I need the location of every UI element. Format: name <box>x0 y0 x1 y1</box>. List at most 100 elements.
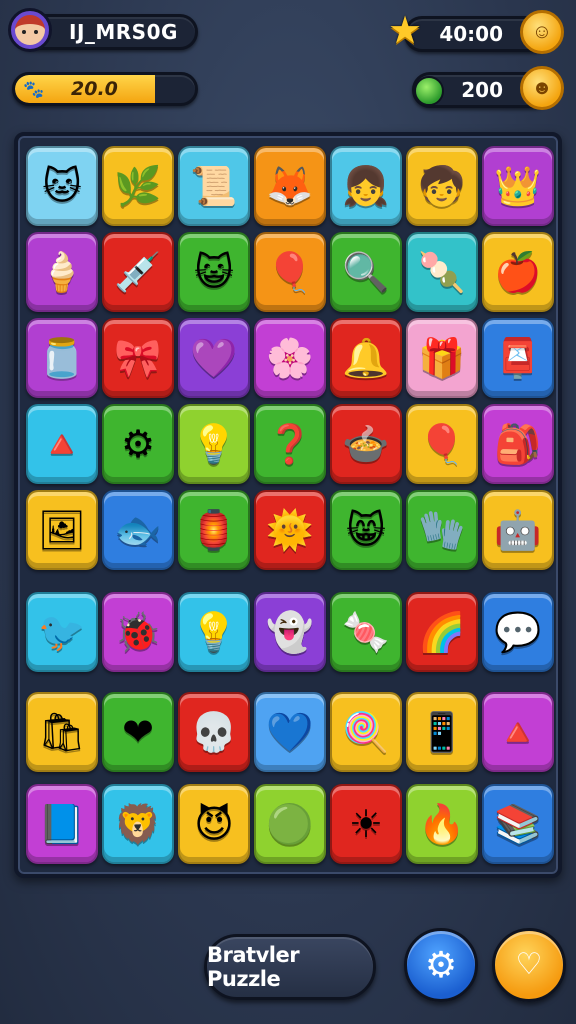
tile-phone[interactable]: 📱 <box>406 692 478 772</box>
tile-robot[interactable]: 🤖 <box>482 490 554 570</box>
tile-question[interactable]: ❓ <box>254 404 326 484</box>
tooth-icon: ♡ <box>515 948 543 981</box>
tile-mailbox[interactable]: 📮 <box>482 318 554 398</box>
tile-skull[interactable]: 💀 <box>178 692 250 772</box>
tile-green-fish[interactable]: 🐟 <box>102 490 174 570</box>
tile-jar[interactable]: 🫙 <box>26 318 98 398</box>
tile-lion[interactable]: 🦁 <box>102 784 174 864</box>
green-fish-icon: 🐟 <box>114 508 162 552</box>
tile-gear-bug[interactable]: ⚙ <box>102 404 174 484</box>
cat-king-icon: 🐱 <box>42 164 82 208</box>
gem-icon <box>414 76 444 106</box>
tile-blue-heart[interactable]: 💙 <box>254 692 326 772</box>
game-title-button[interactable]: Bratvler Puzzle <box>204 934 376 1000</box>
tile-gift[interactable]: 🎁 <box>406 318 478 398</box>
tile-lantern[interactable]: 🏮 <box>178 490 250 570</box>
tile-sun-blob[interactable]: 🌞 <box>254 490 326 570</box>
lion-icon: 🦁 <box>114 802 162 846</box>
tile-mitten[interactable]: 🧤 <box>406 490 478 570</box>
add-gems-button[interactable]: ☻ <box>520 66 564 110</box>
tile-pyramid[interactable]: 🔺 <box>26 404 98 484</box>
coins-value: 40:00 <box>439 22 503 46</box>
blue-heart-icon: 💙 <box>266 710 314 754</box>
tile-red-hood-girl[interactable]: 🧒 <box>406 146 478 226</box>
tile-blonde-girl[interactable]: 👧 <box>330 146 402 226</box>
tile-backpack[interactable]: 🎒 <box>482 404 554 484</box>
blonde-girl-icon: 👧 <box>342 164 390 208</box>
hint-button[interactable]: ♡ <box>492 928 566 1002</box>
beetle-icon: 🐞 <box>114 610 162 654</box>
tile-scroll[interactable]: 📜 <box>178 146 250 226</box>
tile-ghost[interactable]: 👻 <box>254 592 326 672</box>
gems-value: 200 <box>461 78 503 102</box>
tile-ice-cream[interactable]: 🍦 <box>26 232 98 312</box>
syringe-icon: 💉 <box>114 250 162 294</box>
tile-lamp[interactable]: 🔔 <box>330 318 402 398</box>
tile-bird[interactable]: 🐦 <box>26 592 98 672</box>
gift-icon: 🎁 <box>418 336 466 380</box>
tile-heart-stick[interactable]: ❤ <box>102 692 174 772</box>
energy-value: 20.0 <box>71 78 118 100</box>
tile-apples[interactable]: 🍎 <box>482 232 554 312</box>
tile-rainbow-triangle[interactable]: 🔺 <box>482 692 554 772</box>
frame-icon: 🖼 <box>37 508 87 552</box>
tile-red-cat[interactable]: 😺 <box>178 232 250 312</box>
star-icon: ★ <box>388 10 423 52</box>
tile-green-sun[interactable]: 🟢 <box>254 784 326 864</box>
smile-coin-icon: ☺ <box>531 20 553 43</box>
skull-icon: 💀 <box>190 710 238 754</box>
heart-stick-icon: ❤ <box>122 710 154 754</box>
tile-red-sun[interactable]: ☀ <box>330 784 402 864</box>
tile-bag[interactable]: 🛍 <box>26 692 98 772</box>
player-avatar[interactable] <box>8 8 52 52</box>
tile-syringe[interactable]: 💉 <box>102 232 174 312</box>
tile-crossed-candy[interactable]: 🍭 <box>330 692 402 772</box>
green-sun-icon: 🟢 <box>266 802 314 846</box>
player-name: IJ_MRS0G <box>69 20 178 44</box>
sun-blob-icon: 🌞 <box>266 508 314 552</box>
torch-icon: 🍡 <box>418 250 466 294</box>
pot-icon: 🍲 <box>342 422 390 466</box>
tile-chat-bubble[interactable]: 💬 <box>482 592 554 672</box>
tile-cat-king[interactable]: 🐱 <box>26 146 98 226</box>
tile-flame-frame[interactable]: 🔥 <box>406 784 478 864</box>
gear-bug-icon: ⚙ <box>120 422 156 466</box>
tile-pot[interactable]: 🍲 <box>330 404 402 484</box>
bag-icon: 🛍 <box>37 710 87 754</box>
tile-balloon[interactable]: 🎈 <box>254 232 326 312</box>
tile-purple-flower[interactable]: 🌸 <box>254 318 326 398</box>
fox-warrior-icon: 🦊 <box>266 164 314 208</box>
tile-balloon-purple[interactable]: 🎀 <box>102 318 174 398</box>
tile-magnifier[interactable]: 🔍 <box>330 232 402 312</box>
tile-frame[interactable]: 🖼 <box>26 490 98 570</box>
question-icon: ❓ <box>266 422 314 466</box>
devil-cat-icon: 😈 <box>194 802 234 846</box>
tile-fox-warrior[interactable]: 🦊 <box>254 146 326 226</box>
tile-book-pen[interactable]: 📘 <box>26 784 98 864</box>
tile-heart-wand[interactable]: 💜 <box>178 318 250 398</box>
tile-leaf[interactable]: 🌿 <box>102 146 174 226</box>
tile-bulb[interactable]: 💡 <box>178 592 250 672</box>
tile-crown[interactable]: 👑 <box>482 146 554 226</box>
jar-icon: 🫙 <box>38 336 86 380</box>
tile-torch[interactable]: 🍡 <box>406 232 478 312</box>
face-icon: ☻ <box>531 76 553 99</box>
ice-cream-icon: 🍦 <box>38 250 86 294</box>
lightbulb-icon: 💡 <box>190 422 238 466</box>
lamp-icon: 🔔 <box>342 336 390 380</box>
tile-yellow-cat[interactable]: 😸 <box>330 490 402 570</box>
tile-devil-cat[interactable]: 😈 <box>178 784 250 864</box>
tile-candy[interactable]: 🍬 <box>330 592 402 672</box>
add-coins-button[interactable]: ☺ <box>520 10 564 54</box>
settings-button[interactable]: ⚙ <box>404 928 478 1002</box>
red-cat-icon: 😺 <box>194 250 234 294</box>
tile-lightbulb[interactable]: 💡 <box>178 404 250 484</box>
tile-rainbow-frame[interactable]: 🌈 <box>406 592 478 672</box>
rainbow-frame-icon: 🌈 <box>418 610 466 654</box>
tile-red-balloon[interactable]: 🎈 <box>406 404 478 484</box>
tile-stack[interactable]: 📚 <box>482 784 554 864</box>
crown-icon: 👑 <box>494 164 542 208</box>
stack-icon: 📚 <box>494 802 542 846</box>
crossed-candy-icon: 🍭 <box>342 710 390 754</box>
tile-beetle[interactable]: 🐞 <box>102 592 174 672</box>
